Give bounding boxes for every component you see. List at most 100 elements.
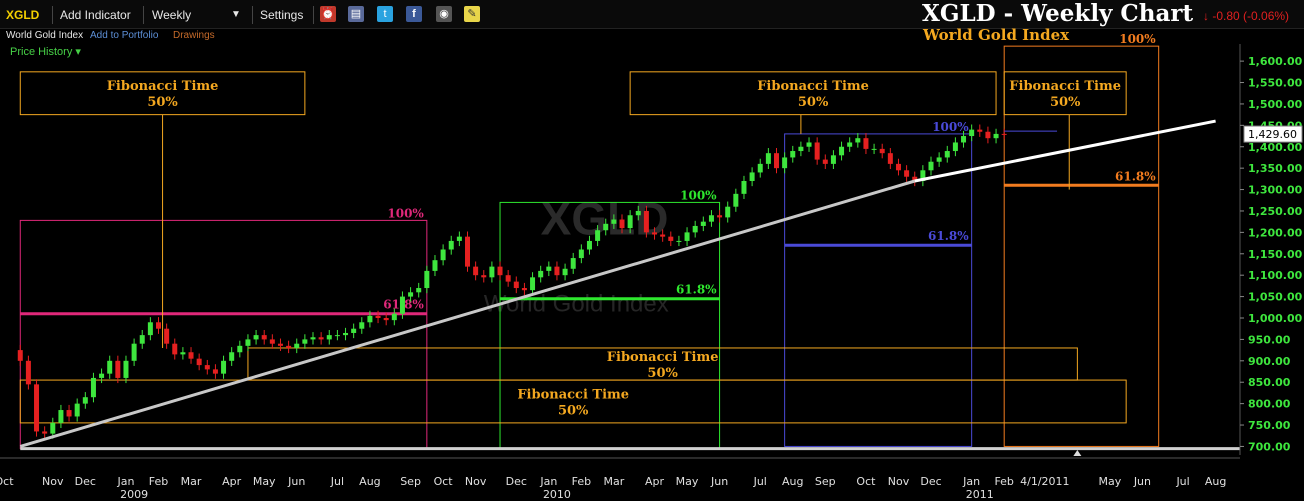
x-tick-label: Mar (603, 475, 624, 488)
candle-body (985, 131, 991, 139)
x-tick-label: Mar (181, 475, 202, 488)
x-tick-label: Feb (994, 475, 1013, 488)
x-tick-label: Jul (1175, 475, 1189, 488)
candle-body (627, 215, 633, 229)
candle-body (505, 275, 511, 282)
candle-body (58, 410, 64, 423)
candle-body (830, 155, 836, 164)
candle-body (578, 249, 584, 259)
candle-body (172, 343, 178, 355)
blue-fib-box (784, 133, 973, 447)
fib-time-top-2-label: Fibonacci Time (757, 79, 869, 94)
y-tick-label: 1,200.00 (1248, 226, 1303, 239)
candle-body (359, 322, 365, 329)
x-year-label: 2010 (543, 488, 571, 501)
x-tick-label: Aug (359, 475, 380, 488)
candle-body (546, 266, 552, 271)
x-tick-label: Jun (1133, 475, 1151, 488)
candle-body (156, 322, 161, 329)
watermark-subtext: World Gold Index (484, 291, 669, 318)
candle-body (42, 431, 48, 434)
candle-body (391, 313, 397, 321)
green-fib-box-100-label: 100% (680, 188, 717, 202)
candle-body (229, 352, 235, 361)
candle-body (440, 249, 446, 261)
candle-body (481, 275, 487, 278)
y-tick-label: 1,550.00 (1248, 77, 1303, 90)
candle-body (131, 343, 137, 361)
candle-body (725, 206, 731, 218)
candle-body (562, 268, 568, 276)
candle-body (708, 215, 714, 222)
candle-body (538, 270, 544, 278)
candle-body (611, 219, 617, 224)
x-tick-label: Jan (539, 475, 557, 488)
fib-time-top-1-label: Fibonacci Time (107, 79, 219, 94)
candle-body (692, 225, 698, 233)
x-tick-label: Dec (506, 475, 527, 488)
fib-time-top-3-label: Fibonacci Time (1009, 79, 1121, 94)
candle-body (399, 296, 405, 314)
candle-body (652, 232, 658, 235)
x-tick-label: Sep (400, 475, 421, 488)
y-tick-label: 1,050.00 (1248, 291, 1303, 304)
candle-body (34, 384, 40, 432)
candle-body (456, 236, 462, 241)
candle-body (424, 270, 430, 289)
x-year-label: 2011 (966, 488, 994, 501)
candle-body (416, 288, 422, 293)
fib-time-low-label: Fibonacci Time (517, 387, 629, 402)
candle-body (180, 352, 186, 355)
price-change: ↓ -0.80 (-0.06%) (1203, 9, 1290, 23)
candle-body (961, 136, 967, 143)
candle-body (928, 161, 934, 171)
green-fib-box-618-label: 61.8% (676, 283, 717, 297)
candle-body (66, 410, 72, 417)
candle-body (676, 240, 682, 242)
orange-fib-box (1003, 45, 1160, 447)
y-tick-label: 1,350.00 (1248, 162, 1303, 175)
candle-body (790, 151, 796, 158)
candle-body (871, 148, 877, 150)
y-tick-label: 700.00 (1248, 440, 1291, 453)
candle-body (326, 335, 332, 340)
candle-body (774, 153, 779, 169)
x-tick-label: Oct (856, 475, 876, 488)
candle-body (782, 157, 788, 169)
candle-body (310, 337, 316, 340)
candle-body (351, 328, 357, 333)
candle-body (147, 322, 153, 336)
chart-canvas: XGLD World Gold Index 100% 61.8% 100% 61.8% 1… (0, 32, 1303, 501)
x-tick-label: Nov (888, 475, 910, 488)
x-tick-label: Nov (465, 475, 487, 488)
blue-fib-box-618-label: 61.8% (928, 229, 969, 243)
candle-body (221, 360, 227, 374)
candle-body (367, 315, 373, 323)
candle-body (115, 360, 121, 378)
y-tick-label: 1,500.00 (1248, 98, 1303, 111)
candle-body (237, 345, 243, 353)
x-tick-label: Nov (42, 475, 64, 488)
candle-body (269, 339, 275, 344)
candle-body (408, 292, 414, 297)
candle-body (741, 181, 747, 194)
x-tick-label: May (1099, 475, 1122, 488)
candle-body (82, 397, 88, 404)
candle-body (107, 360, 113, 374)
candle-body (570, 258, 576, 269)
candle-body (993, 133, 999, 139)
candle-body (847, 142, 853, 147)
watermark-text: XGLD (541, 193, 669, 245)
fib-time-top-2-pct: 50% (798, 95, 829, 110)
x-tick-label: Jan (962, 475, 980, 488)
candle-body (334, 335, 340, 337)
y-tick-label: 1,300.00 (1248, 184, 1303, 197)
y-tick-label: 1,400.00 (1248, 141, 1303, 154)
candle-body (643, 210, 649, 233)
pink-fib-box-100-label: 100% (387, 206, 424, 220)
scroll-marker-icon (1073, 450, 1082, 456)
candle-body (383, 318, 389, 321)
candle-body (277, 343, 283, 346)
fib-time-top-1-pct: 50% (147, 95, 178, 110)
last-price-label: 1,429.60 (1248, 128, 1297, 141)
